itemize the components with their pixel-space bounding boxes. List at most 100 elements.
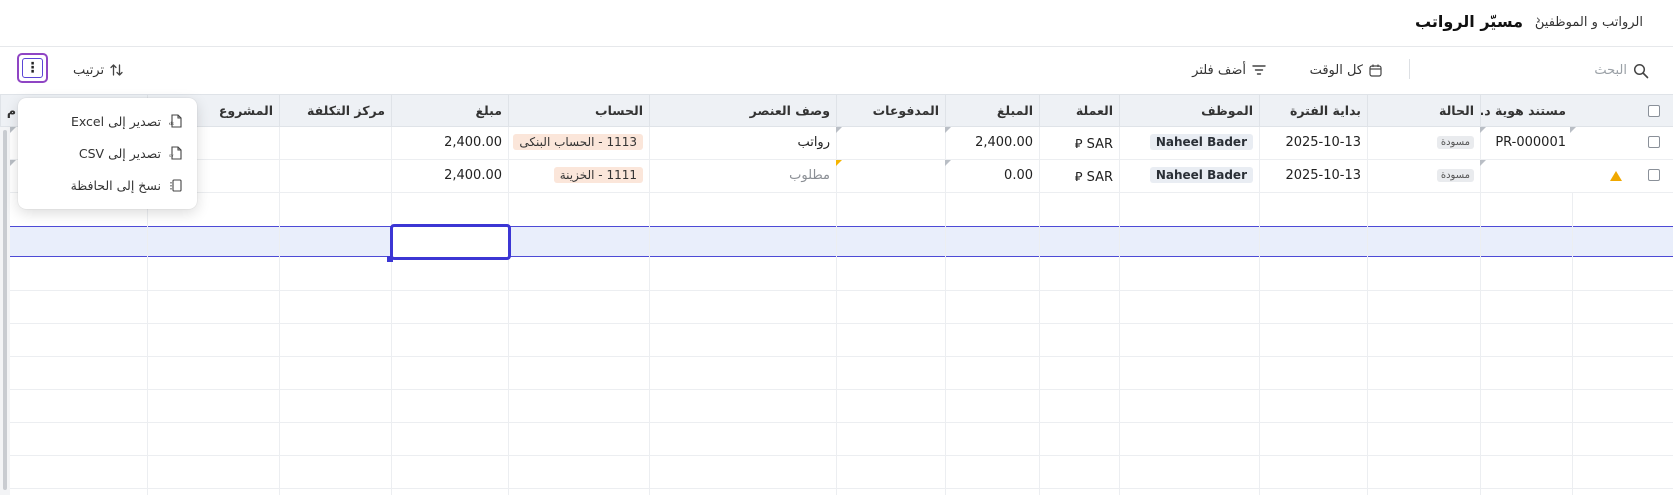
cell-status[interactable]: مسودة (1367, 160, 1480, 192)
column-divider (1572, 193, 1573, 495)
selected-row-highlight[interactable] (10, 226, 1673, 257)
column-divider (836, 193, 837, 495)
kebab-icon: ⋮ (22, 58, 43, 78)
cell-account[interactable]: 1113 - الحساب البنكى (508, 127, 649, 159)
row-divider (10, 455, 1673, 456)
cell-item-desc[interactable]: رواتب (649, 127, 836, 159)
column-divider (1039, 193, 1040, 495)
cell-cost-center[interactable] (279, 127, 391, 159)
time-range-label: كل الوقت (1309, 62, 1363, 78)
table-row[interactable]: مسودة 2025-10-13 Naheel Bader ⃁ SAR 0.00… (10, 160, 1673, 193)
clipboard-icon (170, 179, 182, 192)
cell-flag-marker (10, 160, 16, 166)
header-bar: الرواتب و الموظفين › مسيّر الرواتب (0, 0, 1673, 47)
col-employee[interactable]: الموظف (1119, 95, 1259, 127)
currency-symbol-icon: ⃁ (1074, 170, 1083, 185)
export-csv-item[interactable]: csv تصدير إلى CSV (79, 142, 183, 164)
grid-header: مستند هوية د... الحالة بداية الفترة المو… (0, 94, 1673, 127)
cell-flag-marker (836, 127, 842, 133)
cell-doc-id[interactable]: PR-000001 (1480, 127, 1572, 159)
scrollbar-thumb[interactable] (3, 130, 7, 490)
column-divider (1480, 193, 1481, 495)
svg-text:xls: xls (169, 121, 174, 126)
cell-line-amount[interactable]: 2,400.00 (391, 160, 508, 192)
cell-item-desc[interactable]: مطلوب (649, 160, 836, 192)
column-divider (147, 193, 148, 495)
data-grid: مستند هوية د... الحالة بداية الفترة المو… (0, 94, 1673, 495)
cell-line-amount[interactable]: 2,400.00 (391, 127, 508, 159)
cell-period-start[interactable]: 2025-10-13 (1259, 127, 1367, 159)
col-cost-center[interactable]: مركز التكلفة (279, 95, 391, 127)
copy-clipboard-item[interactable]: نسخ إلى الحافظة (71, 174, 183, 196)
account-chip: 1111 - الخزينة (553, 167, 643, 183)
col-status[interactable]: الحالة (1367, 95, 1480, 127)
cell-warning-marker (836, 160, 842, 166)
cell-amount[interactable]: 2,400.00 (945, 127, 1039, 159)
warning-icon (1610, 171, 1622, 181)
active-cell-editor[interactable] (390, 224, 511, 260)
column-divider (945, 193, 946, 495)
status-badge: مسودة (1436, 169, 1474, 182)
row-checkbox[interactable] (1648, 169, 1660, 181)
column-divider (279, 193, 280, 495)
breadcrumb-separator: › (1535, 13, 1541, 28)
search-icon (1633, 63, 1649, 79)
table-row[interactable]: PR-000001 مسودة 2025-10-13 Naheel Bader … (10, 127, 1673, 160)
cell-status[interactable]: مسودة (1367, 127, 1480, 159)
copy-clipboard-label: نسخ إلى الحافظة (70, 177, 161, 193)
column-divider (1259, 193, 1260, 495)
more-options-button[interactable]: ⋮ (17, 53, 48, 83)
select-all-checkbox[interactable] (1648, 105, 1660, 117)
row-divider (10, 356, 1673, 357)
export-excel-item[interactable]: xls تصدير إلى Excel (71, 110, 183, 132)
cell-payments[interactable] (836, 127, 945, 159)
export-menu: xls تصدير إلى Excel csv تصدير إلى CSV نس… (18, 98, 197, 209)
column-divider (1119, 193, 1120, 495)
cell-cost-center[interactable] (279, 160, 391, 192)
cell-flag-marker (1570, 127, 1576, 133)
excel-file-icon: xls (169, 114, 182, 128)
col-period-start[interactable]: بداية الفترة (1259, 95, 1367, 127)
account-chip: 1113 - الحساب البنكى (513, 134, 643, 150)
col-extra[interactable]: م (0, 95, 16, 127)
cell-currency[interactable]: ⃁ SAR (1039, 160, 1119, 192)
col-item-desc[interactable]: وصف العنصر (649, 95, 836, 127)
cell-doc-id[interactable] (1480, 160, 1572, 192)
status-badge: مسودة (1436, 136, 1474, 149)
cell-amount[interactable]: 0.00 (945, 160, 1039, 192)
toolbar-divider (1409, 59, 1410, 79)
export-csv-label: تصدير إلى CSV (78, 145, 161, 161)
cell-employee[interactable]: Naheel Bader (1119, 127, 1259, 159)
row-checkbox[interactable] (1648, 136, 1660, 148)
breadcrumb-parent-link[interactable]: الرواتب و الموظفين (1535, 15, 1643, 30)
cell-flag-marker (945, 160, 951, 166)
sort-label: ترتيب (73, 62, 105, 78)
add-filter-label: أضف فلتر (1192, 62, 1246, 78)
svg-text:csv: csv (169, 153, 174, 158)
sort-arrows-icon (110, 64, 123, 76)
calendar-icon (1369, 64, 1382, 77)
time-range-button[interactable]: كل الوقت (1310, 57, 1382, 83)
row-divider (10, 488, 1673, 489)
col-account[interactable]: الحساب (508, 95, 649, 127)
cell-flag-marker (1480, 160, 1486, 166)
col-amount[interactable]: المبلغ (945, 95, 1039, 127)
cell-payments[interactable] (836, 160, 945, 192)
cell-period-start[interactable]: 2025-10-13 (1259, 160, 1367, 192)
col-doc-id[interactable]: مستند هوية د... (1480, 95, 1572, 127)
col-currency[interactable]: العملة (1039, 95, 1119, 127)
fill-handle[interactable] (387, 256, 393, 262)
col-payments[interactable]: المدفوعات (836, 95, 945, 127)
export-excel-label: تصدير إلى Excel (70, 113, 161, 129)
cell-currency[interactable]: ⃁ SAR (1039, 127, 1119, 159)
column-divider (1367, 193, 1368, 495)
toolbar: كل الوقت أضف فلتر ترتيب ⋮ (0, 47, 1673, 94)
cell-account[interactable]: 1111 - الخزينة (508, 160, 649, 192)
cell-employee[interactable]: Naheel Bader (1119, 160, 1259, 192)
row-divider (10, 323, 1673, 324)
col-line-amount[interactable]: مبلغ (391, 95, 508, 127)
column-divider (649, 193, 650, 495)
page-title: مسيّر الرواتب (1414, 12, 1523, 31)
sort-button[interactable]: ترتيب (73, 57, 123, 83)
add-filter-button[interactable]: أضف فلتر (1192, 57, 1266, 83)
